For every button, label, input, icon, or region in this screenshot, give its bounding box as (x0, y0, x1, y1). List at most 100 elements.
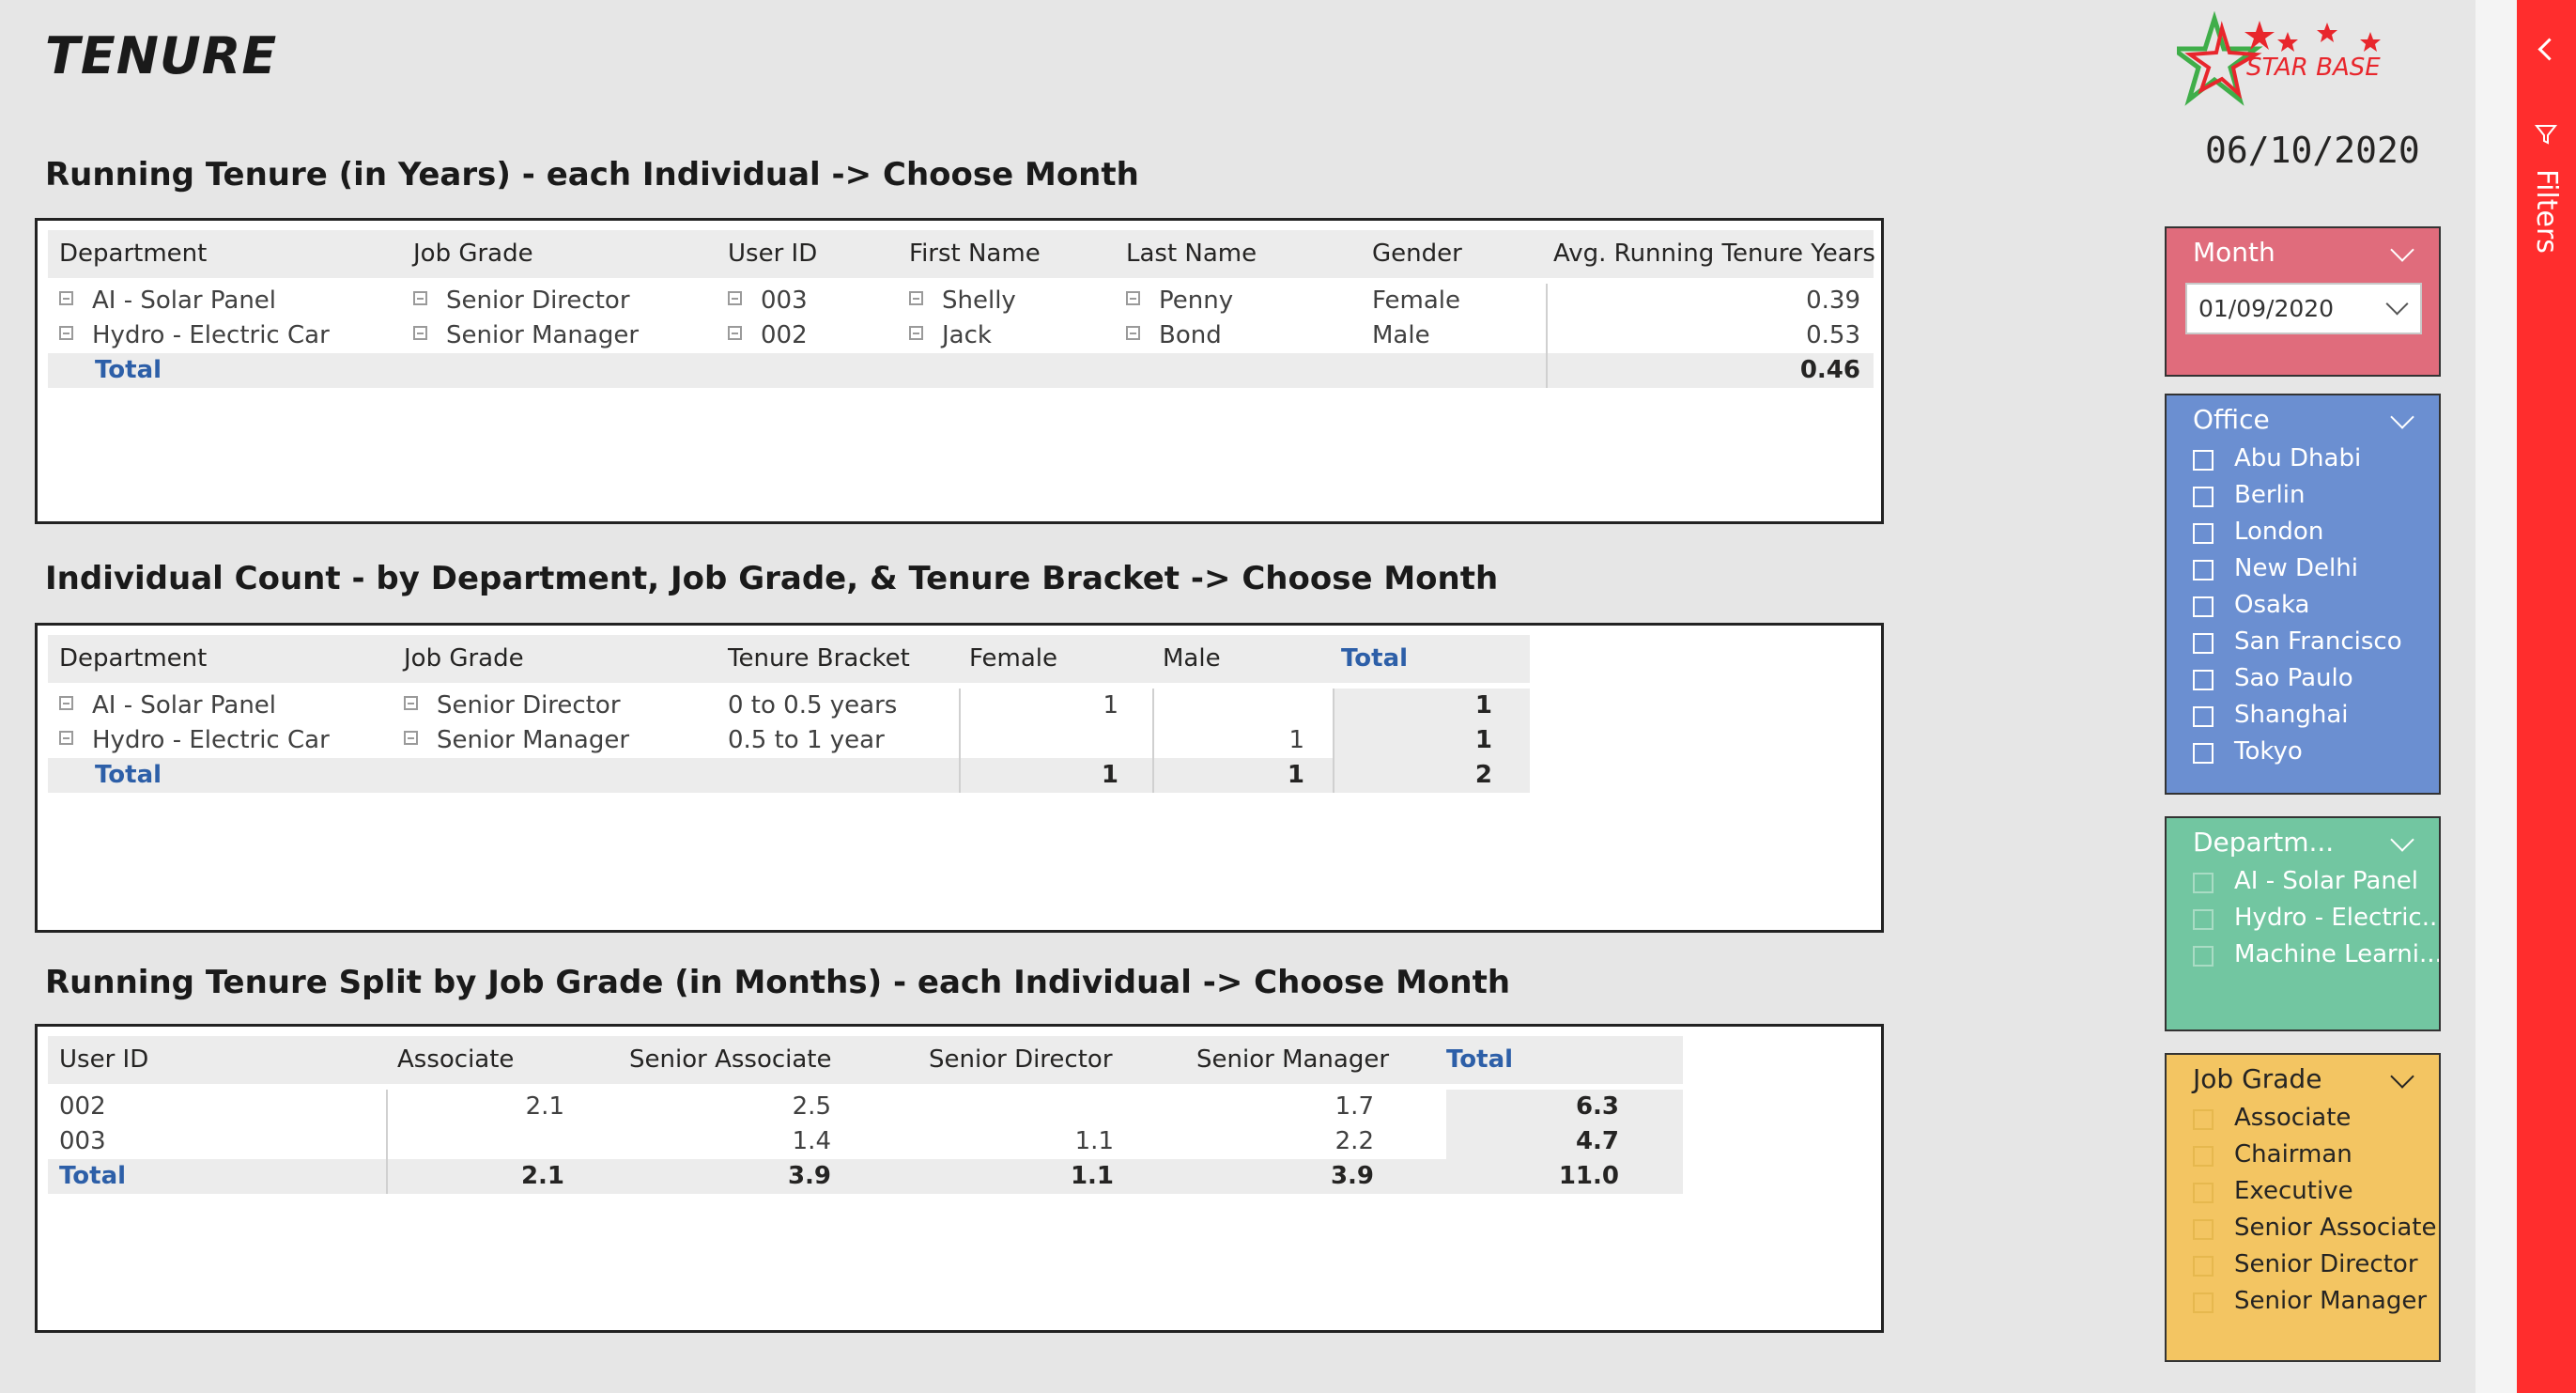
job-grade-item-associate[interactable]: Associate (2167, 1100, 2439, 1137)
checkbox-icon[interactable] (2193, 670, 2214, 690)
checkbox-icon[interactable] (2193, 1109, 2214, 1130)
job-grade-item-executive[interactable]: Executive (2167, 1173, 2439, 1210)
col-header-senior-associate[interactable]: Senior Associate (629, 1036, 832, 1083)
checkbox-icon[interactable] (2193, 909, 2214, 930)
row-grade: Senior Director (413, 284, 630, 318)
table-total-row: Total 1 1 2 (48, 758, 1530, 793)
row-grade: Senior Manager (413, 318, 639, 353)
row-grade: Senior Manager (404, 723, 629, 758)
job-grade-slicer-title: Job Grade (2193, 1063, 2322, 1094)
col-header-male[interactable]: Male (1163, 635, 1221, 682)
collapse-icon[interactable] (1126, 326, 1140, 340)
office-item-san-francisco[interactable]: San Francisco (2167, 624, 2439, 660)
job-grade-slicer[interactable]: Job Grade Associate Chairman Executive S… (2165, 1053, 2441, 1362)
checkbox-icon[interactable] (2193, 1219, 2214, 1240)
col-header-job-grade[interactable]: Job Grade (404, 635, 524, 682)
collapse-icon[interactable] (413, 326, 427, 340)
checkbox-icon[interactable] (2193, 560, 2214, 580)
col-header-last-name[interactable]: Last Name (1126, 230, 1257, 277)
col-header-job-grade[interactable]: Job Grade (413, 230, 533, 277)
department-item-ai-solar-panel[interactable]: AI - Solar Panel (2167, 863, 2439, 900)
collapse-icon[interactable] (404, 696, 418, 710)
collapse-icon[interactable] (59, 696, 73, 710)
total-senior-director: 1.1 (1070, 1162, 1114, 1190)
checkbox-icon[interactable] (2193, 743, 2214, 764)
col-header-total[interactable]: Total (1341, 635, 1408, 682)
column-divider (1333, 689, 1334, 793)
col-header-total[interactable]: Total (1446, 1036, 1513, 1083)
row-last: Penny (1126, 284, 1233, 318)
job-grade-item-senior-manager[interactable]: Senior Manager (2167, 1283, 2439, 1320)
collapse-icon[interactable] (404, 731, 418, 745)
running-tenure-table[interactable]: Department Job Grade User ID First Name … (35, 218, 1884, 524)
collapse-icon[interactable] (1126, 291, 1140, 305)
col-header-avg-tenure[interactable]: Avg. Running Tenure Years (1553, 230, 1875, 277)
checkbox-icon[interactable] (2193, 523, 2214, 544)
checkbox-icon[interactable] (2193, 596, 2214, 617)
collapse-icon[interactable] (728, 291, 742, 305)
canvas-scroll-strip (2476, 0, 2517, 1393)
office-item-berlin[interactable]: Berlin (2167, 477, 2439, 514)
month-slicer[interactable]: Month 01/09/2020 (2165, 226, 2441, 377)
col-header-female[interactable]: Female (969, 635, 1057, 682)
col-header-first-name[interactable]: First Name (909, 230, 1041, 277)
office-item-tokyo[interactable]: Tokyo (2167, 734, 2439, 770)
collapse-icon[interactable] (59, 326, 73, 340)
office-item-sao-paulo[interactable]: Sao Paulo (2167, 660, 2439, 697)
job-grade-item-chairman[interactable]: Chairman (2167, 1137, 2439, 1173)
col-header-senior-manager[interactable]: Senior Manager (1196, 1036, 1389, 1083)
office-item-osaka[interactable]: Osaka (2167, 587, 2439, 624)
checkbox-icon[interactable] (2193, 1183, 2214, 1203)
collapse-icon[interactable] (728, 326, 742, 340)
collapse-pane-chevron-icon[interactable] (2537, 38, 2561, 61)
col-header-gender[interactable]: Gender (1372, 230, 1462, 277)
col-header-department[interactable]: Department (59, 635, 207, 682)
filters-label[interactable]: Filters (2530, 169, 2563, 254)
checkbox-icon[interactable] (2193, 873, 2214, 893)
collapse-icon[interactable] (59, 291, 73, 305)
department-item-machine-learning[interactable]: Machine Learni... (2167, 936, 2439, 973)
total-associate: 2.1 (520, 1162, 564, 1190)
checkbox-icon[interactable] (2193, 487, 2214, 507)
checkbox-icon[interactable] (2193, 946, 2214, 967)
department-item-hydro[interactable]: Hydro - Electric... (2167, 900, 2439, 936)
filters-pane[interactable]: Filters (2517, 0, 2576, 1393)
job-grade-item-senior-associate[interactable]: Senior Associate (2167, 1210, 2439, 1246)
total-total: 11.0 (1558, 1162, 1619, 1190)
office-item-shanghai[interactable]: Shanghai (2167, 697, 2439, 734)
chevron-down-icon[interactable] (2390, 405, 2414, 429)
collapse-icon[interactable] (909, 326, 923, 340)
col-header-department[interactable]: Department (59, 230, 207, 277)
col-header-user-id[interactable]: User ID (728, 230, 817, 277)
collapse-icon[interactable] (413, 291, 427, 305)
office-slicer[interactable]: Office Abu Dhabi Berlin London New Delhi… (2165, 394, 2441, 795)
month-slicer-title: Month (2193, 237, 2275, 268)
section2-title: Individual Count - by Department, Job Gr… (45, 560, 1499, 597)
individual-count-table[interactable]: Department Job Grade Tenure Bracket Fema… (35, 623, 1884, 933)
table-row: 002 2.1 2.5 1.7 6.3 (48, 1090, 1683, 1124)
col-header-user-id[interactable]: User ID (59, 1036, 148, 1083)
office-item-abu-dhabi[interactable]: Abu Dhabi (2167, 441, 2439, 477)
row-total: 6.3 (1575, 1092, 1619, 1121)
month-dropdown[interactable]: 01/09/2020 (2185, 283, 2422, 334)
chevron-down-icon[interactable] (2390, 828, 2414, 852)
checkbox-icon[interactable] (2193, 1146, 2214, 1167)
checkbox-icon[interactable] (2193, 706, 2214, 727)
department-slicer[interactable]: Departm... AI - Solar Panel Hydro - Elec… (2165, 816, 2441, 1031)
checkbox-icon[interactable] (2193, 450, 2214, 471)
checkbox-icon[interactable] (2193, 1292, 2214, 1313)
collapse-icon[interactable] (909, 291, 923, 305)
col-header-tenure-bracket[interactable]: Tenure Bracket (728, 635, 910, 682)
collapse-icon[interactable] (59, 731, 73, 745)
checkbox-icon[interactable] (2193, 633, 2214, 654)
col-header-associate[interactable]: Associate (397, 1036, 514, 1083)
checkbox-icon[interactable] (2193, 1256, 2214, 1277)
job-grade-item-senior-director[interactable]: Senior Director (2167, 1246, 2439, 1283)
office-item-new-delhi[interactable]: New Delhi (2167, 550, 2439, 587)
office-item-london[interactable]: London (2167, 514, 2439, 550)
tenure-split-table[interactable]: User ID Associate Senior Associate Senio… (35, 1024, 1884, 1333)
chevron-down-icon[interactable] (2390, 1064, 2414, 1089)
col-header-senior-director[interactable]: Senior Director (929, 1036, 1113, 1083)
chevron-down-icon (2385, 292, 2409, 316)
chevron-down-icon[interactable] (2390, 238, 2414, 262)
